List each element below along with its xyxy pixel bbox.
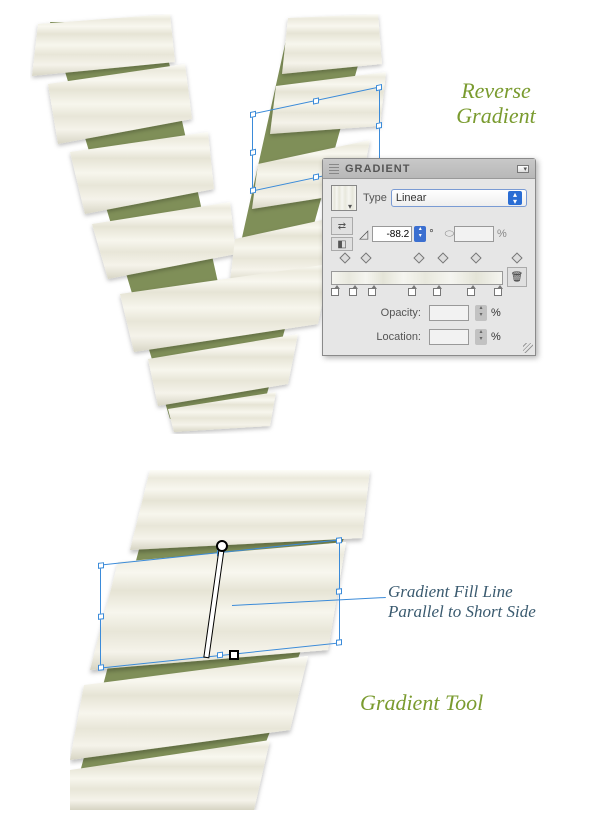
gradient-panel-title: GRADIENT — [345, 163, 517, 175]
gradient-tool-label: Gradient Tool — [360, 690, 483, 715]
panel-grip-icon — [329, 164, 339, 174]
fill-line-label-2: Parallel to Short Side — [388, 602, 536, 621]
opacity-label: Opacity: — [331, 307, 421, 319]
swatch-dropdown-icon[interactable]: ▾ — [348, 202, 358, 212]
bottom-illustration — [70, 470, 380, 810]
gradient-type-value: Linear — [396, 192, 427, 204]
reverse-label-line1: Reverse — [461, 78, 531, 103]
opacity-unit: % — [491, 307, 501, 319]
delete-stop-button[interactable]: 🗑 — [507, 267, 527, 287]
opacity-stepper[interactable] — [475, 305, 487, 321]
aspect-icon: ⬭ — [445, 228, 454, 241]
aspect-unit: % — [497, 228, 507, 240]
gradient-stops-row[interactable] — [331, 287, 499, 297]
gradient-annotator-end[interactable] — [229, 650, 239, 660]
location-input[interactable] — [429, 329, 469, 345]
gradient-type-select[interactable]: Linear ▴▾ — [391, 189, 527, 207]
panel-resize-handle[interactable] — [523, 343, 533, 353]
panel-flyout-menu-button[interactable] — [517, 165, 529, 173]
angle-unit: ° — [429, 228, 433, 240]
location-unit: % — [491, 331, 501, 343]
gradient-slider-track[interactable] — [331, 271, 503, 285]
angle-icon: ◿ — [359, 227, 368, 241]
gradient-panel-body: ▾ Type Linear ▴▾ ⇄ ◧ ◿ ° ⬭ % — [323, 179, 535, 355]
fill-line-label: Gradient Fill Line Parallel to Short Sid… — [388, 582, 578, 621]
gradient-annotator-origin[interactable] — [216, 540, 228, 552]
angle-input[interactable] — [372, 226, 412, 242]
aspect-input[interactable] — [454, 226, 494, 242]
type-label: Type — [363, 192, 387, 204]
gradient-panel[interactable]: GRADIENT ▾ Type Linear ▴▾ ⇄ ◧ ◿ ° ⬭ % — [322, 158, 536, 356]
gradient-panel-titlebar[interactable]: GRADIENT — [323, 159, 535, 179]
location-stepper[interactable] — [475, 329, 487, 345]
reverse-label-line2: Gradient — [456, 103, 535, 128]
gradient-annotator[interactable] — [220, 546, 224, 658]
opacity-input[interactable] — [429, 305, 469, 321]
gradient-midpoint-row[interactable] — [331, 257, 527, 267]
reverse-gradient-label: Reverse Gradient — [426, 78, 566, 129]
stroke-fill-toggle[interactable]: ◧ — [331, 237, 353, 251]
gradient-swatch[interactable]: ▾ — [331, 185, 357, 211]
angle-stepper[interactable] — [414, 226, 426, 242]
select-arrows-icon: ▴▾ — [508, 191, 522, 205]
location-label: Location: — [331, 331, 421, 343]
fill-line-label-1: Gradient Fill Line — [388, 582, 513, 601]
reverse-gradient-button[interactable]: ⇄ — [331, 217, 353, 235]
